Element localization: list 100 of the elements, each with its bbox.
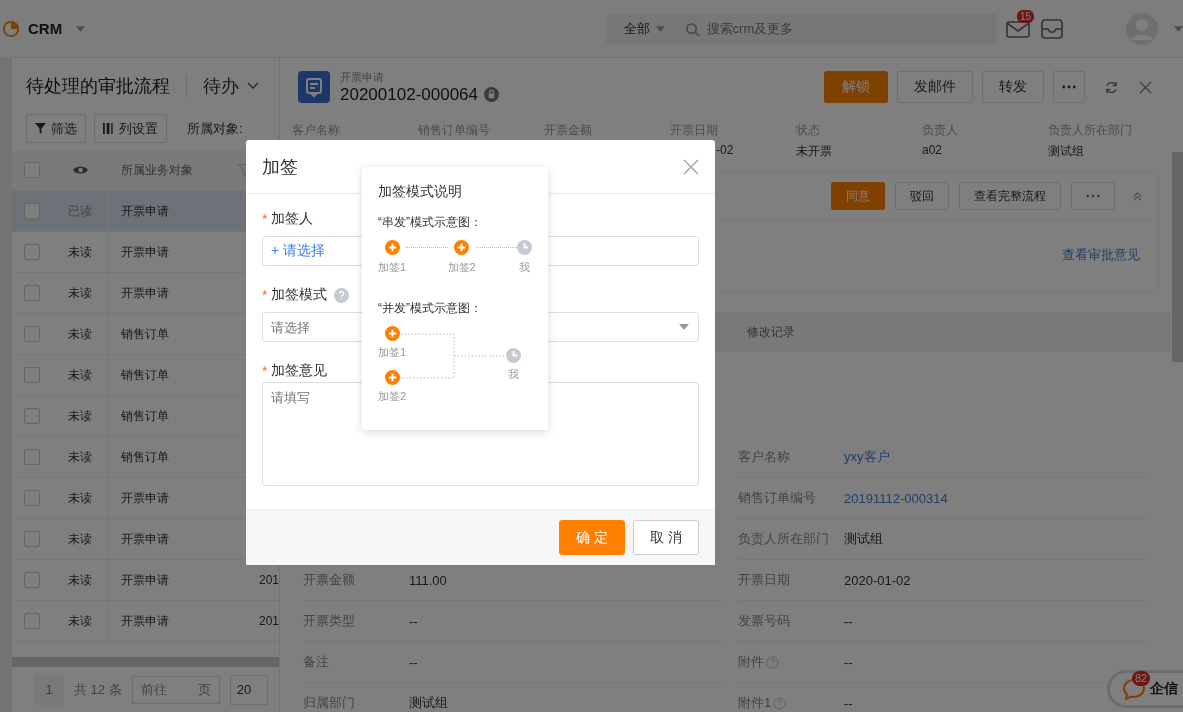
page-size-dropdown[interactable]: 20 <box>229 674 268 705</box>
field-value[interactable]: yxy客户 <box>844 448 890 466</box>
tab[interactable]: 修改记录 <box>747 323 795 341</box>
field-label: 附件 <box>738 653 764 671</box>
checkbox[interactable] <box>24 203 40 219</box>
table-cell: 201 <box>259 614 279 628</box>
table-row[interactable]: 未读 开票申请 <box>12 232 259 272</box>
scrollbar[interactable] <box>12 657 279 667</box>
field-value: -- <box>844 654 853 670</box>
checkbox[interactable] <box>24 285 40 301</box>
clock-icon <box>506 348 521 363</box>
table-row[interactable]: 未读 开票申请 <box>12 560 259 600</box>
table-row[interactable]: 未读 开票申请 <box>12 519 259 559</box>
action-button[interactable]: 转发 <box>982 71 1044 103</box>
checkbox[interactable] <box>24 326 40 342</box>
toolbar-button[interactable]: 列设置 <box>94 114 167 143</box>
table-row[interactable]: 未读 销售订单 <box>12 437 259 477</box>
more-button[interactable] <box>1071 182 1115 210</box>
help-icon[interactable] <box>334 287 350 303</box>
ellipsis-icon <box>1086 194 1100 198</box>
checkbox[interactable] <box>24 408 40 424</box>
table-cell: 开票申请 <box>121 243 169 261</box>
read-status: 未读 <box>68 325 92 343</box>
popover-title: 加签模式说明 <box>378 183 463 201</box>
approval-button[interactable]: 查看完整流程 <box>959 182 1061 210</box>
node-label: 加签1 <box>378 345 407 360</box>
required-mark: * <box>262 211 268 227</box>
goto-page-field[interactable]: 前往 页 <box>131 675 220 704</box>
read-status: 未读 <box>68 366 92 384</box>
node-label: 加签2 <box>378 389 407 404</box>
table-row[interactable]: 未读 开票申请 <box>12 601 259 641</box>
table-row[interactable]: 未读 销售订单 <box>12 314 259 354</box>
checkbox[interactable] <box>24 572 40 588</box>
view-dropdown[interactable]: 待办 <box>203 74 259 98</box>
help-icon <box>773 696 787 710</box>
table-cell: 销售订单 <box>121 448 169 466</box>
table-row[interactable]: 未读 开票申请 <box>12 478 259 518</box>
approval-button[interactable]: 驳回 <box>895 182 949 210</box>
table-cell: 开票申请 <box>121 489 169 507</box>
field-value[interactable]: 20191112-000314 <box>844 490 948 506</box>
checkbox[interactable] <box>24 613 40 629</box>
close-icon[interactable] <box>1138 79 1153 95</box>
search-field[interactable]: 搜索crm及更多 <box>680 13 996 44</box>
approval-opinions-link[interactable]: 查看审批意见 <box>1062 246 1140 264</box>
refresh-icon[interactable] <box>1104 79 1119 95</box>
table-cell: 开票申请 <box>121 612 169 630</box>
diagram-caption: “并发”模式示意图： <box>378 300 483 317</box>
more-button[interactable] <box>1053 71 1085 103</box>
required-mark: * <box>262 287 268 303</box>
document-icon <box>298 71 330 103</box>
checkbox[interactable] <box>24 162 40 178</box>
column-header: 所属业务对象 <box>121 161 193 179</box>
plus-icon <box>384 370 400 385</box>
summary-value: -02 <box>715 143 735 157</box>
checkbox[interactable] <box>24 490 40 506</box>
read-status: 未读 <box>68 243 92 261</box>
checkbox[interactable] <box>24 449 40 465</box>
toolbar-button[interactable]: 筛选 <box>26 114 86 143</box>
caret-icon <box>655 25 665 32</box>
scope-dropdown[interactable]: 全部 <box>605 13 681 44</box>
field-label: 加签人 <box>271 210 314 228</box>
field-value: 测试组 <box>409 694 448 712</box>
inbox-icon[interactable] <box>1040 18 1064 39</box>
total-count: 共 12 条 <box>74 680 122 699</box>
table-row[interactable]: 未读 销售订单 <box>12 355 259 395</box>
scrollbar[interactable] <box>1172 152 1183 362</box>
summary-value: a02 <box>922 143 944 157</box>
table-cell: 开票申请 <box>121 530 169 548</box>
help-icon <box>766 655 779 669</box>
object-filter-label: 所属对象: <box>187 120 243 138</box>
collapse-icon[interactable] <box>1133 191 1142 201</box>
dialog-button[interactable]: 确 定 <box>559 520 626 555</box>
table-cell: 销售订单 <box>121 407 169 425</box>
checkbox[interactable] <box>24 244 40 260</box>
field-value: 2020-01-02 <box>844 572 911 588</box>
diagram-caption: “串发”模式示意图： <box>378 214 483 231</box>
checkbox[interactable] <box>24 367 40 383</box>
table-row[interactable]: 未读 销售订单 <box>12 396 259 436</box>
field-value: -- <box>844 695 853 711</box>
caret-icon[interactable] <box>76 25 86 32</box>
table-cell: 销售订单 <box>121 325 169 343</box>
ellipsis-icon <box>1062 85 1076 89</box>
list-title: 待处理的审批流程 <box>26 75 170 98</box>
read-status: 未读 <box>68 530 92 548</box>
page-number[interactable]: 1 <box>34 674 64 705</box>
table-row[interactable]: 未读 开票申请 <box>12 273 259 313</box>
field-value: -- <box>409 654 418 670</box>
dialog-button[interactable]: 取 消 <box>633 520 699 555</box>
node-label: 我 <box>508 367 519 382</box>
checkbox[interactable] <box>24 531 40 547</box>
app-name[interactable]: CRM <box>28 20 63 37</box>
read-status: 未读 <box>68 284 92 302</box>
close-icon[interactable] <box>683 158 699 175</box>
caret-icon[interactable] <box>679 324 689 330</box>
caret-icon[interactable] <box>1174 25 1183 32</box>
action-button[interactable]: 发邮件 <box>897 71 973 103</box>
field-label: 备注 <box>303 653 329 671</box>
summary-value: 测试组 <box>1048 143 1085 160</box>
envelope-icon[interactable] <box>1006 18 1030 39</box>
read-status: 未读 <box>68 489 92 507</box>
